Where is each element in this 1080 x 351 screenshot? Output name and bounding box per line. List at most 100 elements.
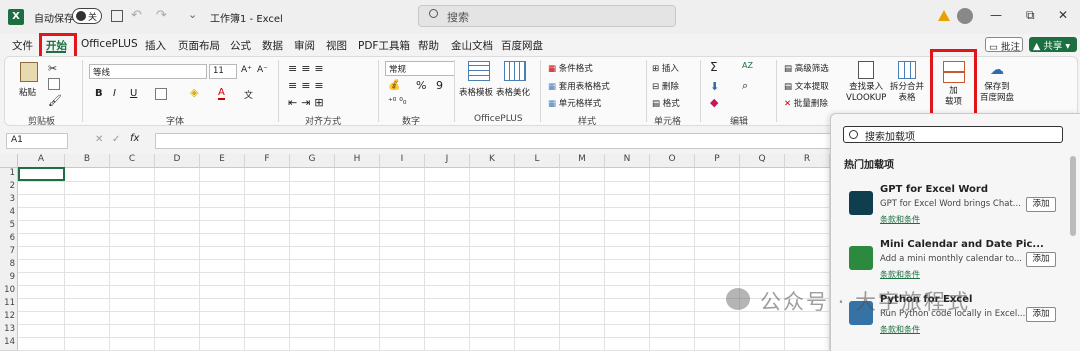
paste-icon[interactable] [20,62,38,82]
font-name-select[interactable]: 等线 [89,64,207,79]
column-header[interactable]: I [380,154,425,168]
font-color-button[interactable]: A [218,87,225,100]
name-box[interactable]: A1 [6,133,68,149]
column-header[interactable]: O [650,154,695,168]
comment-button[interactable]: ▭ 批注 [985,37,1023,53]
border-icon[interactable] [155,88,167,100]
fill-icon[interactable]: ⬇ [710,80,719,93]
tab-page-layout[interactable]: 页面布局 [178,38,220,53]
clear-icon[interactable]: ◆ [710,96,718,109]
italic-button[interactable]: I [113,88,116,99]
addin-terms-link[interactable]: 条款和条件 [880,324,920,335]
tab-data[interactable]: 数据 [262,38,283,53]
column-header[interactable]: N [605,154,650,168]
restore-button[interactable]: ⧉ [1026,8,1035,23]
row-header[interactable]: 7 [0,246,18,260]
row-header[interactable]: 11 [0,298,18,312]
tab-view[interactable]: 视图 [326,38,347,53]
cond-format-label[interactable]: 条件格式 [559,64,593,74]
row-header[interactable]: 5 [0,220,18,234]
addin-item[interactable]: Mini Calendar and Date Pic... Add a mini… [840,239,1060,291]
tab-formulas[interactable]: 公式 [230,38,251,53]
row-header[interactable]: 2 [0,181,18,195]
vertical-align-icons[interactable]: ≡≡≡ [288,62,328,75]
row-header[interactable]: 13 [0,324,18,338]
table-template-icon[interactable] [468,61,490,81]
table-format-label[interactable]: 套用表格格式 [559,82,610,92]
format-painter-icon[interactable]: 🖌 [48,94,62,107]
autosave-toggle[interactable]: 关 [72,8,102,24]
pane-scrollbar[interactable] [1070,156,1076,236]
insert-function-button[interactable]: fx [130,133,139,144]
addin-search-input[interactable]: 搜索加载项 [843,126,1063,143]
decimal-icons[interactable]: ⁺⁰ ⁰₀ [388,97,406,107]
share-button[interactable]: ▲ 共享 ▾ [1029,37,1077,52]
tab-pdf-tools[interactable]: PDF工具箱 [358,38,410,53]
batch-delete-label[interactable]: 批量删除 [794,99,828,109]
tab-file[interactable]: 文件 [12,38,33,53]
column-header[interactable]: P [695,154,740,168]
cancel-icon[interactable]: ✕ [95,134,103,145]
add-addin-button[interactable]: 添加 [1026,252,1056,267]
baidu-cloud-icon[interactable]: ☁ [990,62,1004,78]
column-header[interactable]: C [110,154,155,168]
active-cell[interactable] [18,167,65,181]
grow-font-icon[interactable]: A⁺ [241,65,252,75]
column-header[interactable]: M [560,154,605,168]
autosum-button[interactable]: Σ [710,60,718,74]
column-header[interactable]: L [515,154,560,168]
add-addin-button[interactable]: 添加 [1026,197,1056,212]
column-header[interactable]: H [335,154,380,168]
column-header[interactable]: K [470,154,515,168]
tab-kingsoft-docs[interactable]: 金山文档 [451,38,493,53]
avatar[interactable] [957,8,973,24]
row-header[interactable]: 14 [0,337,18,351]
customize-qat-icon[interactable]: ⌄ [188,8,197,21]
comma-button[interactable]: 9 [436,79,443,92]
tab-officeplus[interactable]: OfficePLUS [81,38,138,50]
fill-color-icon[interactable]: ◈ [190,86,198,99]
close-button[interactable]: ✕ [1058,8,1068,22]
bold-button[interactable]: B [95,88,103,99]
worksheet-grid[interactable] [0,154,830,351]
column-header[interactable]: B [65,154,110,168]
select-all-corner[interactable] [0,154,18,168]
undo-icon[interactable]: ↶ [131,8,142,23]
split-merge-icon[interactable] [898,61,916,79]
tab-help[interactable]: 帮助 [418,38,439,53]
number-format-select[interactable]: 常规 [385,61,455,76]
table-template-label[interactable]: 表格模板 [459,86,493,98]
column-header[interactable]: J [425,154,470,168]
row-header[interactable]: 6 [0,233,18,247]
tab-insert[interactable]: 插入 [145,38,166,53]
table-beautify-label[interactable]: 表格美化 [496,86,530,98]
column-header[interactable]: R [785,154,830,168]
percent-button[interactable]: % [416,79,426,92]
enter-icon[interactable]: ✓ [112,134,120,145]
column-header[interactable]: Q [740,154,785,168]
cut-icon[interactable]: ✂ [48,62,57,75]
advanced-filter-label[interactable]: 高级筛选 [795,64,829,74]
format-label[interactable]: 格式 [663,99,680,109]
warning-icon[interactable] [938,10,950,21]
row-header[interactable]: 10 [0,285,18,299]
indent-icons[interactable]: ⇤⇥⊞ [288,96,328,109]
formula-input[interactable] [155,133,831,149]
tab-baidu-netdisk[interactable]: 百度网盘 [501,38,543,53]
redo-icon[interactable]: ↷ [156,8,167,23]
column-header[interactable]: D [155,154,200,168]
row-header[interactable]: 12 [0,311,18,325]
search-box[interactable]: 搜索 [418,5,676,27]
row-header[interactable]: 3 [0,194,18,208]
insert-label[interactable]: 插入 [662,64,679,74]
row-header[interactable]: 1 [0,168,18,182]
addin-terms-link[interactable]: 条款和条件 [880,269,920,280]
cell-styles-label[interactable]: 单元格样式 [559,99,602,109]
addin-item[interactable]: GPT for Excel Word GPT for Excel Word br… [840,184,1060,236]
phonetic-icon[interactable]: 文 [244,88,253,101]
addin-terms-link[interactable]: 条款和条件 [880,214,920,225]
column-header[interactable]: G [290,154,335,168]
row-header[interactable]: 9 [0,272,18,286]
text-extract-label[interactable]: 文本提取 [795,82,829,92]
copy-icon[interactable] [48,78,60,90]
